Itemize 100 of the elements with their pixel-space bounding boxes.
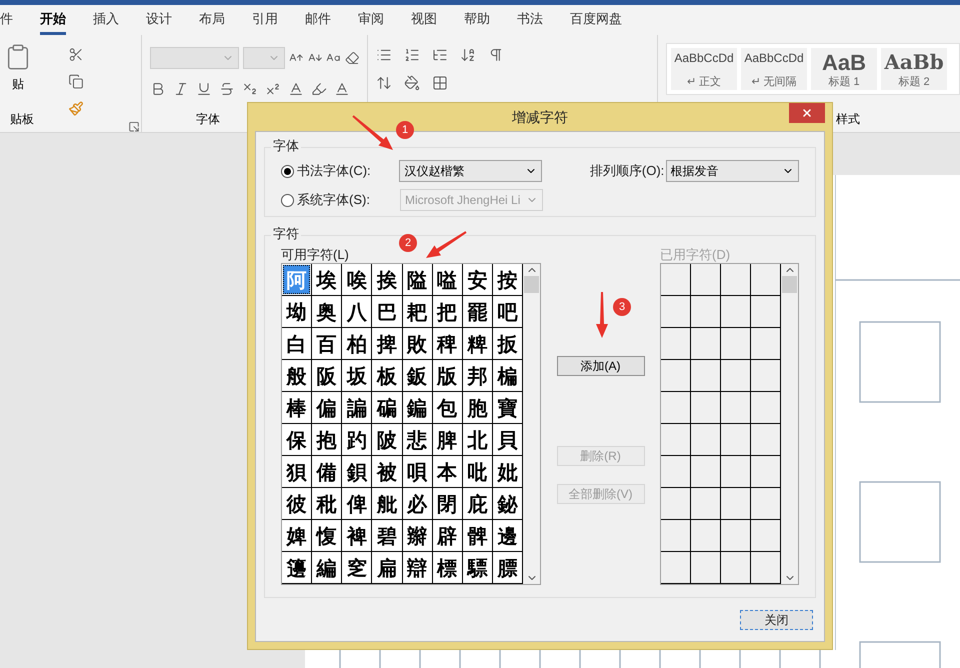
empty-character-slot[interactable] bbox=[751, 360, 781, 392]
numbered-list-icon[interactable] bbox=[404, 47, 420, 63]
sort-dropdown[interactable]: 根据发音 bbox=[666, 160, 799, 182]
style-item[interactable]: AaB 标题 1 bbox=[811, 48, 877, 90]
empty-character-slot[interactable] bbox=[691, 328, 721, 360]
empty-character-slot[interactable] bbox=[721, 488, 751, 520]
empty-character-slot[interactable] bbox=[751, 488, 781, 520]
empty-character-slot[interactable] bbox=[691, 520, 721, 552]
character-cell[interactable]: 驃 bbox=[464, 553, 491, 582]
scrollbar[interactable] bbox=[523, 264, 540, 584]
empty-character-slot[interactable] bbox=[661, 264, 691, 296]
character-cell[interactable]: 狽 bbox=[283, 457, 310, 486]
empty-character-slot[interactable] bbox=[721, 360, 751, 392]
empty-character-slot[interactable] bbox=[751, 456, 781, 488]
font-size-field[interactable] bbox=[243, 47, 286, 69]
character-cell[interactable]: 髀 bbox=[464, 521, 491, 550]
character-cell[interactable]: 秕 bbox=[313, 489, 340, 518]
empty-character-slot[interactable] bbox=[691, 392, 721, 424]
ribbon-tab[interactable]: 百度网盘 bbox=[570, 5, 622, 35]
character-cell[interactable]: 稗 bbox=[434, 329, 461, 358]
character-cell[interactable]: 保 bbox=[283, 425, 310, 454]
empty-character-slot[interactable] bbox=[751, 520, 781, 552]
character-cell[interactable]: 抱 bbox=[313, 425, 340, 454]
character-cell[interactable]: 坳 bbox=[283, 297, 310, 326]
character-cell[interactable]: 悲 bbox=[404, 425, 431, 454]
character-cell[interactable]: 鍽 bbox=[404, 393, 431, 422]
character-cell[interactable]: 脾 bbox=[434, 425, 461, 454]
character-cell[interactable]: 鋇 bbox=[343, 457, 370, 486]
character-cell[interactable]: 坂 bbox=[343, 361, 370, 390]
character-cell[interactable]: 偏 bbox=[313, 393, 340, 422]
character-cell[interactable]: 敗 bbox=[404, 329, 431, 358]
character-cell[interactable]: 標 bbox=[434, 553, 461, 582]
character-cell[interactable]: 陂 bbox=[373, 425, 400, 454]
character-cell[interactable]: 閉 bbox=[434, 489, 461, 518]
radio-button[interactable] bbox=[281, 164, 294, 178]
sort-icon[interactable] bbox=[460, 47, 476, 63]
ribbon-tab[interactable]: 审阅 bbox=[358, 5, 384, 35]
font-dropdown[interactable]: 汉仪赵楷繁 bbox=[399, 160, 542, 182]
empty-character-slot[interactable] bbox=[661, 424, 691, 456]
character-cell[interactable]: 唉 bbox=[343, 265, 370, 294]
empty-character-slot[interactable] bbox=[751, 392, 781, 424]
empty-character-slot[interactable] bbox=[691, 456, 721, 488]
character-cell[interactable]: 唄 bbox=[404, 457, 431, 486]
empty-character-slot[interactable] bbox=[721, 296, 751, 328]
shading-icon[interactable] bbox=[404, 75, 420, 91]
character-cell[interactable]: 北 bbox=[464, 425, 491, 454]
empty-character-slot[interactable] bbox=[691, 296, 721, 328]
character-cell[interactable]: 碧 bbox=[373, 521, 400, 550]
ribbon-tab[interactable]: 邮件 bbox=[305, 5, 331, 35]
character-cell[interactable]: 八 bbox=[343, 297, 370, 326]
character-cell[interactable]: 愎 bbox=[313, 521, 340, 550]
character-cell[interactable]: 般 bbox=[283, 361, 310, 390]
copy-icon[interactable] bbox=[68, 74, 84, 90]
character-cell[interactable]: 俾 bbox=[343, 489, 370, 518]
character-cell[interactable]: 板 bbox=[373, 361, 400, 390]
close-icon[interactable] bbox=[801, 107, 813, 119]
multilevel-list-icon[interactable] bbox=[432, 47, 448, 63]
character-cell[interactable]: 妣 bbox=[494, 457, 521, 486]
character-cell[interactable]: 邊 bbox=[494, 521, 521, 550]
character-cell[interactable]: 埃 bbox=[313, 265, 340, 294]
empty-character-slot[interactable] bbox=[661, 296, 691, 328]
character-cell[interactable]: 版 bbox=[434, 361, 461, 390]
empty-character-slot[interactable] bbox=[751, 424, 781, 456]
empty-character-slot[interactable] bbox=[661, 552, 691, 584]
character-cell[interactable]: 隘 bbox=[404, 265, 431, 294]
character-cell[interactable]: 按 bbox=[494, 265, 521, 294]
character-cell[interactable]: 吡 bbox=[464, 457, 491, 486]
character-cell[interactable]: 籩 bbox=[283, 553, 310, 582]
character-cell[interactable]: 耙 bbox=[404, 297, 431, 326]
ribbon-tab[interactable]: 视图 bbox=[411, 5, 437, 35]
character-cell[interactable]: 白 bbox=[283, 329, 310, 358]
empty-character-slot[interactable] bbox=[751, 296, 781, 328]
empty-character-slot[interactable] bbox=[661, 520, 691, 552]
used-characters-list[interactable] bbox=[660, 263, 799, 585]
character-cell[interactable]: 邦 bbox=[464, 361, 491, 390]
empty-character-slot[interactable] bbox=[751, 552, 781, 584]
dialog-launcher-icon[interactable] bbox=[128, 120, 140, 132]
character-cell[interactable]: 被 bbox=[373, 457, 400, 486]
character-cell[interactable]: 辟 bbox=[434, 521, 461, 550]
empty-character-slot[interactable] bbox=[751, 328, 781, 360]
close-button[interactable] bbox=[789, 103, 825, 123]
character-cell[interactable]: 棒 bbox=[283, 393, 310, 422]
character-cell[interactable]: 備 bbox=[313, 457, 340, 486]
style-item[interactable]: AaBb 标题 2 bbox=[881, 48, 947, 90]
character-cell[interactable]: 扁 bbox=[373, 553, 400, 582]
italic-icon[interactable] bbox=[173, 81, 189, 97]
character-cell[interactable]: 楄 bbox=[494, 361, 521, 390]
empty-character-slot[interactable] bbox=[721, 456, 751, 488]
character-cell[interactable]: 挨 bbox=[373, 265, 400, 294]
scroll-thumb[interactable] bbox=[524, 276, 539, 293]
character-cell[interactable]: 胞 bbox=[464, 393, 491, 422]
empty-character-slot[interactable] bbox=[691, 488, 721, 520]
character-cell[interactable]: 舭 bbox=[373, 489, 400, 518]
dialog-button[interactable]: 添加(A) bbox=[556, 356, 644, 376]
style-item[interactable]: AaBbCcDd ↵ 正文 bbox=[671, 48, 737, 90]
cut-icon[interactable] bbox=[68, 47, 84, 62]
character-cell[interactable]: 粺 bbox=[464, 329, 491, 358]
character-cell[interactable]: 吧 bbox=[494, 297, 521, 326]
character-cell[interactable]: 貝 bbox=[494, 425, 521, 454]
character-cell[interactable]: 彼 bbox=[283, 489, 310, 518]
